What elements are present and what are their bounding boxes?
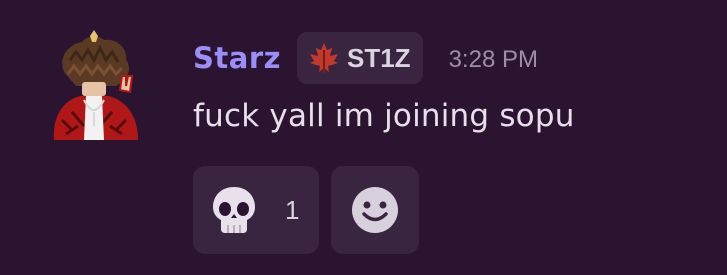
timestamp: 3:28 PM [448, 46, 538, 73]
message-content: fuck yall im joining sopu [193, 98, 575, 134]
reactions-bar: 1 [193, 166, 419, 254]
username[interactable]: Starz [193, 43, 281, 73]
reaction-skull[interactable]: 1 [193, 166, 319, 254]
add-reaction-button[interactable] [331, 166, 419, 254]
tag-badge[interactable]: ST1Z [297, 32, 423, 84]
chat-message: Starz ST1Z 3:28 PM fuck yall im joining … [0, 0, 727, 275]
avatar[interactable] [42, 30, 148, 154]
maple-leaf-icon [310, 43, 338, 73]
tag-label: ST1Z [347, 43, 411, 73]
skull-icon [213, 187, 255, 233]
smiley-icon [352, 187, 398, 233]
avatar-icon [53, 30, 138, 140]
message-header: Starz ST1Z 3:28 PM [193, 30, 538, 86]
reaction-count: 1 [285, 195, 300, 225]
